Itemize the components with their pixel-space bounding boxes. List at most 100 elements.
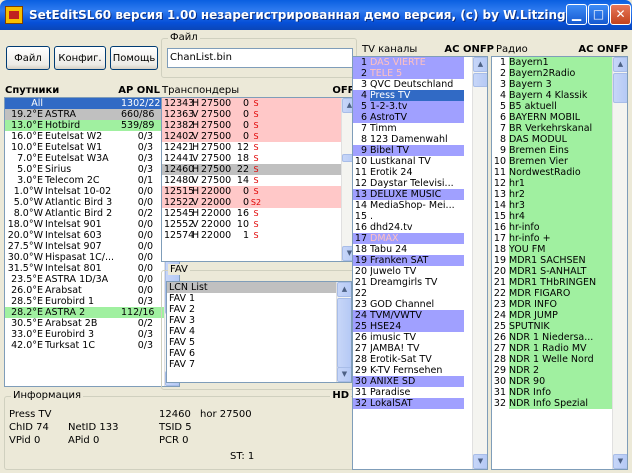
satellite-row[interactable]: 26.0°E Arabsat 0/0 [5,285,165,296]
scrollbar-thumb[interactable] [473,73,487,87]
radio-channel-row[interactable]: 17 hr-info + [492,233,613,244]
satellite-row[interactable]: 28.5°E Eurobird 1 0/3 [5,296,165,307]
tv-channel-row[interactable]: 10 Lustkanal TV [353,156,473,167]
fav-item[interactable]: FAV 2 [167,304,337,315]
vertical-scrollbar[interactable]: ▲▼ [336,282,351,382]
radio-channel-row[interactable]: 12 hr1 [492,178,613,189]
fav-list[interactable]: LCN List FAV 1 FAV 2 FAV 3 FAV 4 FAV 5 FAV 6 FA… [166,281,352,383]
fav-item[interactable]: FAV 4 [167,326,337,337]
radio-channel-row[interactable]: 6 BAYERN MOBIL [492,112,613,123]
transponder-row[interactable]: 12421 H 27500 12 S [162,142,342,153]
radio-channel-row[interactable]: 30 NDR 90 [492,376,613,387]
transponder-row[interactable]: 12574 H 22000 1 S [162,230,342,241]
tv-channel-row[interactable]: 19 Franken SAT [353,255,473,266]
tv-channel-row[interactable]: 22 [353,288,473,299]
fav-item[interactable]: FAV 3 [167,315,337,326]
transponder-row[interactable]: 12441 V 27500 18 S [162,153,342,164]
scroll-down-button[interactable]: ▼ [473,454,487,469]
radio-channel-row[interactable]: 28 NDR 1 Welle Nord [492,354,613,365]
scroll-up-button[interactable]: ▲ [613,57,627,72]
satellite-row[interactable]: 30.5°E Arabsat 2B 0/2 [5,318,165,329]
scroll-up-button[interactable]: ▲ [473,57,487,72]
radio-channel-row[interactable]: 2 Bayern2Radio [492,68,613,79]
tv-channel-row[interactable]: 29 K-TV Fernsehen [353,365,473,376]
satellite-row[interactable]: 20.0°W Intelsat 603 0/0 [5,230,165,241]
transponder-row[interactable]: 12343 H 27500 0 S [162,98,342,109]
fav-item[interactable]: LCN List [167,282,337,293]
radio-channel-row[interactable]: 7 BR Verkehrskanal [492,123,613,134]
satellite-row[interactable]: 7.0°E Eutelsat W3A 0/3 [5,153,165,164]
satellite-row[interactable]: 1.0°W Intelsat 10-02 0/0 [5,186,165,197]
satellite-row[interactable]: 8.0°W Atlantic Bird 2 0/2 [5,208,165,219]
radio-channel-row[interactable]: 5 B5 aktuell [492,101,613,112]
tv-channel-row[interactable]: 32 LokalSAT [353,398,473,409]
tv-channel-row[interactable]: 26 imusic TV [353,332,473,343]
radio-channel-row[interactable]: 8 DAS MODUL [492,134,613,145]
radio-channel-row[interactable]: 21 MDR1 THbRINGEN [492,277,613,288]
transponder-row[interactable]: 12552 V 22000 10 S [162,219,342,230]
tv-channel-row[interactable]: 4 Press TV [353,90,473,101]
scrollbar-thumb[interactable] [613,73,627,103]
satellite-row[interactable]: 31.5°W Intelsat 801 0/0 [5,263,165,274]
vertical-scrollbar[interactable]: ▲▼ [472,57,487,469]
tv-channel-row[interactable]: 13 DELUXE MUSIC [353,189,473,200]
maximize-button[interactable]: □ [588,4,609,25]
tv-channel-row[interactable]: 31 Paradise [353,387,473,398]
radio-channel-row[interactable]: 29 NDR 2 [492,365,613,376]
close-button[interactable]: ✕ [610,4,631,25]
tv-channel-row[interactable]: 28 Erotik-Sat TV [353,354,473,365]
tv-channel-row[interactable]: 2 TELE 5 [353,68,473,79]
satellite-row[interactable]: 3.0°E Telecom 2C 0/1 [5,175,165,186]
scroll-down-button[interactable]: ▼ [337,367,351,382]
tv-channel-row[interactable]: 5 1-2-3.tv [353,101,473,112]
transponder-row[interactable]: 12545 H 22000 16 S [162,208,342,219]
transponder-row[interactable]: 12460 H 27500 22 S [162,164,342,175]
radio-channel-row[interactable]: 26 NDR 1 Niedersa... [492,332,613,343]
satellite-row[interactable]: 33.0°E Eurobird 3 0/3 [5,329,165,340]
tv-channel-row[interactable]: 21 Dreamgirls TV [353,277,473,288]
tv-channels-list[interactable]: 1 DAS VIERTE 2 TELE 5 3 QVC Deutschland 4 Press… [352,56,488,470]
filename-field[interactable]: ChanList.bin [167,48,353,68]
radio-channel-row[interactable]: 14 hr3 [492,200,613,211]
satellite-row[interactable]: 18.0°W Intelsat 901 0/0 [5,219,165,230]
radio-channel-row[interactable]: 18 YOU FM [492,244,613,255]
satellite-row[interactable]: All 1302/222 [5,98,167,109]
radio-channel-row[interactable]: 22 MDR FIGARO [492,288,613,299]
transponder-row[interactable]: 12515 H 22000 0 S [162,186,342,197]
radio-channel-row[interactable]: 16 hr-info [492,222,613,233]
tv-channel-row[interactable]: 16 dhd24.tv [353,222,473,233]
radio-channel-row[interactable]: 1 Bayern1 [492,57,613,68]
title-bar[interactable]: SetEditSL60 версия 1.00 незарегистрирова… [0,0,632,30]
tv-channel-row[interactable]: 11 Erotik 24 [353,167,473,178]
radio-channel-row[interactable]: 23 MDR INFO [492,299,613,310]
fav-item[interactable]: FAV 6 [167,348,337,359]
tv-channel-row[interactable]: 7 Timm [353,123,473,134]
satellites-list[interactable]: All 1302/222 19.2°E ASTRA 660/86 13.0°E Hotbir… [4,97,180,387]
satellite-row[interactable]: 5.0°W Atlantic Bird 3 0/0 [5,197,165,208]
help-button[interactable]: Помощь [110,46,158,70]
radio-channel-row[interactable]: 9 Bremen Eins [492,145,613,156]
radio-channel-row[interactable]: 25 SPUTNIK [492,321,613,332]
transponder-row[interactable]: 12522 V 22000 0 S2 [162,197,342,208]
minimize-button[interactable]: ▁ [566,4,587,25]
radio-channel-row[interactable]: 31 NDR Info [492,387,613,398]
transponder-row[interactable]: 12402 V 27500 0 S [162,131,342,142]
transponders-list[interactable]: 12343 H 27500 0 S 12363 V 27500 0 S 12382 H 27500 0 S 1… [161,97,357,262]
tv-channel-row[interactable]: 1 DAS VIERTE [353,57,473,68]
satellite-row[interactable]: 30.0°W Hispasat 1C/... 0/0 [5,252,165,263]
vertical-scrollbar[interactable]: ▲▼ [612,57,627,469]
tv-channel-row[interactable]: 6 AstroTV [353,112,473,123]
tv-channel-row[interactable]: 18 Tabu 24 [353,244,473,255]
tv-channel-row[interactable]: 14 MediaShop- Mei... [353,200,473,211]
radio-channel-row[interactable]: 4 Bayern 4 Klassik [492,90,613,101]
satellite-row[interactable]: 13.0°E Hotbird 539/89 [5,120,165,131]
radio-channel-row[interactable]: 24 MDR JUMP [492,310,613,321]
tv-channel-row[interactable]: 3 QVC Deutschland [353,79,473,90]
radio-channel-row[interactable]: 27 NDR 1 Radio MV [492,343,613,354]
fav-item[interactable]: FAV 1 [167,293,337,304]
fav-item[interactable]: FAV 5 [167,337,337,348]
satellite-row[interactable]: 16.0°E Eutelsat W2 0/3 [5,131,165,142]
radio-channel-row[interactable]: 13 hr2 [492,189,613,200]
satellite-row[interactable]: 28.2°E ASTRA 2 112/16 [5,307,165,318]
transponder-row[interactable]: 12382 H 27500 0 S [162,120,342,131]
